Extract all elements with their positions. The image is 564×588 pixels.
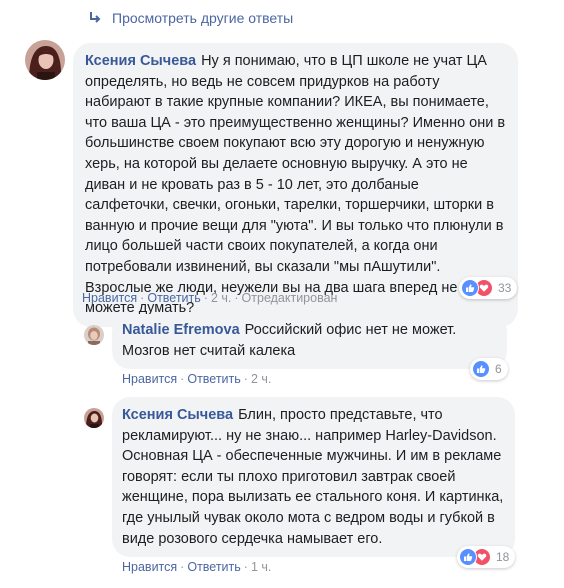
timestamp[interactable]: 2 ч.	[211, 291, 231, 305]
comment-actions: Нравится · Ответить · 2 ч.	[122, 372, 272, 386]
like-button[interactable]: Нравится	[122, 560, 177, 574]
avatar-photo	[25, 40, 65, 80]
view-more-label: Просмотреть другие ответы	[112, 10, 294, 26]
like-icon	[472, 360, 490, 378]
avatar-photo	[84, 325, 104, 345]
reactions-count: 18	[496, 550, 510, 564]
reply-bubble: Ксения Сычева Блин, просто представьте, ч…	[112, 397, 515, 558]
view-more-replies-link[interactable]: Просмотреть другие ответы	[88, 10, 293, 26]
reply-button[interactable]: Ответить	[187, 372, 240, 386]
avatar-photo	[84, 408, 104, 428]
timestamp[interactable]: 1 ч.	[251, 560, 271, 574]
comment-text: Ну я понимаю, что в ЦП школе не учат ЦА …	[85, 53, 506, 317]
comment-bubble: Ксения Сычева Ну я понимаю, что в ЦП школ…	[73, 43, 518, 327]
reply-button[interactable]: Ответить	[187, 560, 240, 574]
timestamp[interactable]: 2 ч.	[251, 372, 271, 386]
reply-bubble: Natalie Efremova Российский офис нет не м…	[112, 314, 507, 370]
like-icon	[459, 548, 477, 566]
edited-label[interactable]: Отредактирован	[242, 291, 338, 305]
comment-actions: Нравится · Ответить · 1 ч.	[122, 560, 272, 574]
like-icon	[461, 279, 479, 297]
comment-author[interactable]: Natalie Efremova	[122, 322, 240, 338]
reply-button[interactable]: Ответить	[147, 291, 200, 305]
avatar[interactable]	[84, 325, 104, 345]
comment-actions: Нравится · Ответить · 2 ч. · Отредактирован	[82, 291, 338, 305]
reply-arrow-icon	[90, 12, 101, 23]
reactions-summary[interactable]: 33	[459, 277, 518, 299]
avatar[interactable]	[84, 408, 104, 428]
reactions-summary[interactable]: 6	[470, 358, 508, 380]
comment-text: Блин, просто представьте, что рекламирую…	[122, 407, 504, 547]
reactions-summary[interactable]: 18	[457, 546, 516, 568]
like-button[interactable]: Нравится	[122, 372, 177, 386]
avatar[interactable]	[25, 40, 65, 80]
comment-author[interactable]: Ксения Сычева	[85, 53, 196, 69]
like-button[interactable]: Нравится	[82, 291, 137, 305]
comment-author[interactable]: Ксения Сычева	[122, 407, 233, 423]
reactions-count: 6	[495, 362, 502, 376]
reactions-count: 33	[498, 281, 512, 295]
